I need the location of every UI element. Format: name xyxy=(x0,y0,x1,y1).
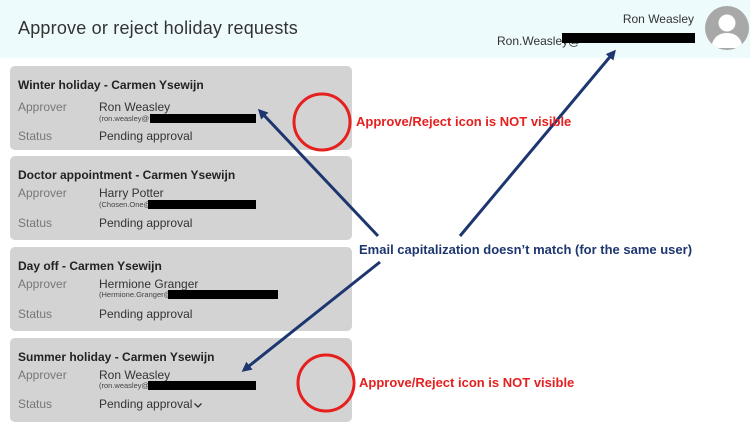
highlight-circle xyxy=(292,92,352,152)
annotation-email-capitalization: Email capitalization doesn’t match (for … xyxy=(359,242,693,257)
arrow xyxy=(458,49,616,237)
annotation-overlay xyxy=(241,49,616,413)
arrow xyxy=(241,260,381,372)
arrow xyxy=(257,108,380,238)
annotation-icon-not-visible: Approve/Reject icon is NOT visible xyxy=(359,375,575,390)
annotation-icon-not-visible: Approve/Reject icon is NOT visible xyxy=(356,114,572,129)
highlight-circle xyxy=(296,353,356,413)
